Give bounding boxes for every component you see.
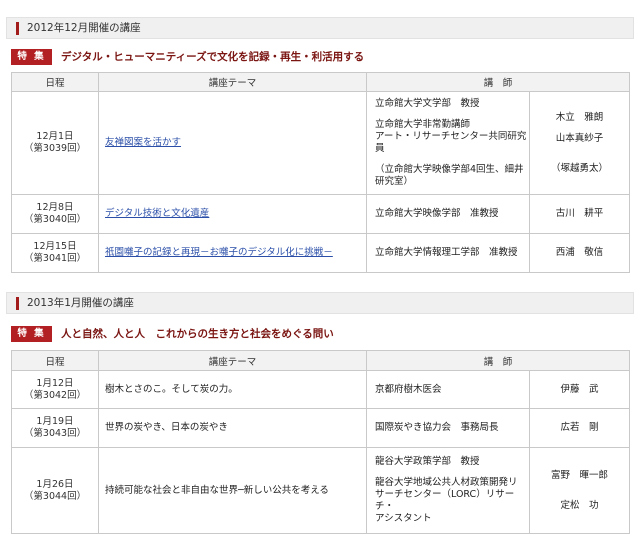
date-cell: 1月19日 （第3043回） [11, 408, 99, 448]
feature-badge: 特 集 [11, 49, 52, 65]
affiliation: 立命館大学文学部 教授 [375, 98, 480, 109]
table-row: 1月19日 （第3043回） 世界の炭やき、日本の炭やき 国際炭やき協力会 事務… [11, 408, 631, 448]
lecturer-name: 古川 耕平 [528, 194, 631, 234]
feature-badge: 特 集 [11, 326, 52, 342]
affiliation: 国際炭やき協力会 事務局長 [366, 408, 530, 448]
session-number: （第3039回） [23, 143, 87, 154]
date: 12月8日 [36, 202, 74, 213]
affiliation: サーチセンター（LORC）リサーチ・ [375, 489, 515, 512]
feature-title: デジタル・ヒューマニティーズで文化を記録・再生・利活用する [61, 51, 365, 63]
col-header-lecturer: 講 師 [365, 350, 631, 371]
theme-text: 持続可能な社会と非自由な世界─新しい公共を考える [98, 447, 367, 534]
theme-text: 世界の炭やき、日本の炭やき [98, 408, 367, 448]
date-cell: 12月1日 （第3039回） [11, 91, 99, 195]
col-header-date: 日程 [11, 350, 99, 371]
date-cell: 1月12日 （第3042回） [11, 370, 99, 409]
date: 1月19日 [36, 416, 74, 427]
theme-text: 樹木とさのこ。そして炭の力。 [98, 370, 367, 409]
lecturer-cell: 木立 雅朗 山本真紗子 （塚越勇太） [528, 91, 631, 195]
date-cell: 12月8日 （第3040回） [11, 194, 99, 234]
session-number: （第3043回） [23, 428, 87, 439]
lecturer-name: 広若 剛 [528, 408, 631, 448]
date: 12月1日 [36, 131, 74, 142]
affiliation-cell: 立命館大学文学部 教授 立命館大学非常勤講師 アート・リサーチセンター共同研究員… [366, 91, 530, 195]
lecturer-name: （塚越勇太） [551, 162, 609, 174]
theme-link[interactable]: デジタル技術と文化遺産 [105, 208, 209, 219]
affiliation: 立命館大学情報理工学部 准教授 [366, 233, 530, 273]
section-header-dec-2012: 2012年12月開催の講座 [6, 17, 634, 39]
schedule-table-jan-2013: 日程 講座テーマ 講 師 1月12日 （第3042回） 樹木とさのこ。そして炭の… [11, 350, 631, 534]
date: 1月26日 [36, 478, 74, 490]
date-cell: 12月15日 （第3041回） [11, 233, 99, 273]
affiliation: 京都府樹木医会 [366, 370, 530, 409]
theme-cell: デジタル技術と文化遺産 [98, 194, 367, 234]
col-header-date: 日程 [11, 72, 99, 92]
lecturer-cell: 富野 暉一郎 定松 功 [528, 447, 631, 534]
affiliation: 研究室） [375, 176, 414, 187]
affiliation: 立命館大学映像学部 准教授 [366, 194, 530, 234]
lecturer-name: 木立 雅朗 [555, 111, 604, 123]
col-header-theme: 講座テーマ [98, 350, 367, 371]
table-row: 12月15日 （第3041回） 祇園囃子の記録と再現－お囃子のデジタル化に挑戦－… [11, 233, 631, 273]
affiliation: アシスタント [375, 513, 432, 524]
theme-link[interactable]: 友禅図案を活かす [105, 137, 181, 148]
table-row: 12月8日 （第3040回） デジタル技術と文化遺産 立命館大学映像学部 准教授… [11, 194, 631, 234]
lecturer-name: 伊藤 武 [528, 370, 631, 409]
table-header-row: 日程 講座テーマ 講 師 [11, 72, 631, 92]
theme-cell: 祇園囃子の記録と再現－お囃子のデジタル化に挑戦－ [98, 233, 367, 273]
schedule-table-dec-2012: 日程 講座テーマ 講 師 12月1日 （第3039回） 友禅図案を活かす 立命館… [11, 72, 631, 273]
date-cell: 1月26日 （第3044回） [11, 447, 99, 534]
session-number: （第3044回） [23, 490, 87, 502]
section-title: 2013年1月開催の講座 [27, 297, 134, 309]
affiliation: 立命館大学非常勤講師 [375, 119, 471, 130]
date: 1月12日 [36, 377, 74, 389]
table-header-row: 日程 講座テーマ 講 師 [11, 350, 631, 371]
affiliation: 龍谷大学地域公共人材政策開発リ [375, 477, 518, 488]
lecturer-name: 定松 功 [560, 499, 599, 511]
section-marker [16, 22, 19, 35]
section-marker [16, 297, 19, 310]
lecturer-name: 富野 暉一郎 [551, 469, 609, 481]
theme-cell: 友禅図案を活かす [98, 91, 367, 195]
section-header-jan-2013: 2013年1月開催の講座 [6, 292, 634, 314]
feature-title: 人と自然、人と人 これからの生き方と社会をめぐる問い [61, 328, 334, 340]
affiliation: （立命館大学映像学部4回生、細井 [375, 164, 524, 175]
lecturer-name: 西浦 敬信 [528, 233, 631, 273]
theme-link[interactable]: 祇園囃子の記録と再現－お囃子のデジタル化に挑戦－ [105, 247, 333, 258]
affiliation: アート・リサーチセンター共同研究員 [375, 131, 527, 154]
affiliation-cell: 龍谷大学政策学部 教授 龍谷大学地域公共人材政策開発リ サーチセンター（LORC… [366, 447, 530, 534]
section-title: 2012年12月開催の講座 [27, 22, 141, 34]
col-header-theme: 講座テーマ [98, 72, 367, 92]
session-number: （第3042回） [23, 389, 87, 401]
affiliation: 龍谷大学政策学部 教授 [375, 456, 480, 467]
col-header-lecturer: 講 師 [365, 72, 631, 92]
session-number: （第3041回） [23, 253, 87, 264]
table-row: 1月26日 （第3044回） 持続可能な社会と非自由な世界─新しい公共を考える … [11, 447, 631, 534]
date: 12月15日 [33, 241, 77, 252]
table-row: 12月1日 （第3039回） 友禅図案を活かす 立命館大学文学部 教授 立命館大… [11, 91, 631, 195]
lecturer-name: 山本真紗子 [555, 132, 604, 144]
session-number: （第3040回） [23, 214, 87, 225]
table-row: 1月12日 （第3042回） 樹木とさのこ。そして炭の力。 京都府樹木医会 伊藤… [11, 370, 631, 409]
